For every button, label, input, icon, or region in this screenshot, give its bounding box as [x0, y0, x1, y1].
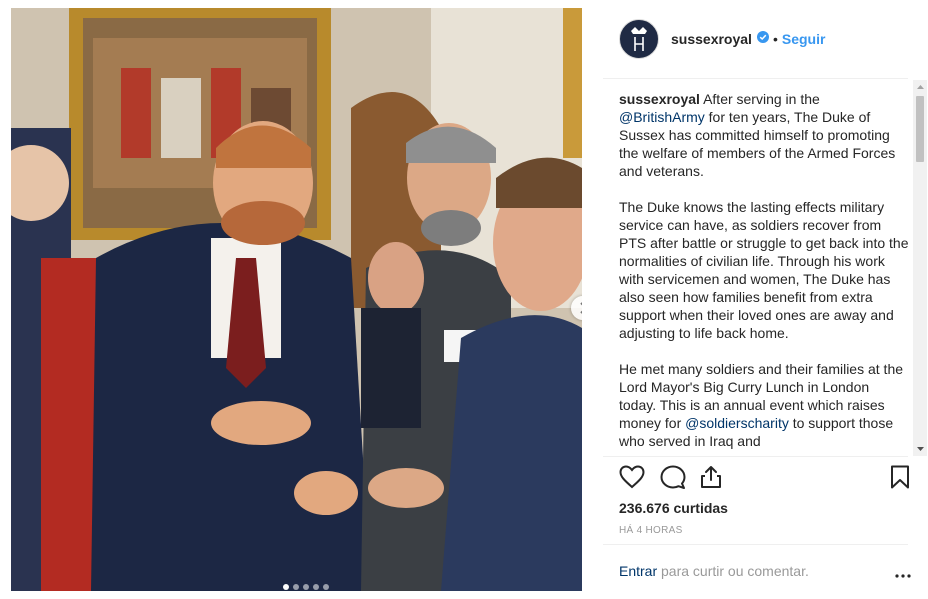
- divider: [603, 456, 908, 457]
- post-sidebar: sussexroyal • Seguir sussexroyal After s…: [583, 0, 928, 599]
- caption-text-segment: The Duke knows the lasting effects milit…: [619, 199, 909, 341]
- scroll-down-icon[interactable]: [913, 442, 927, 456]
- carousel-dot-active: [283, 584, 289, 590]
- verified-badge-icon: [756, 30, 769, 48]
- carousel-dot: [293, 584, 299, 590]
- action-bar: [619, 465, 911, 491]
- username[interactable]: sussexroyal: [671, 31, 752, 47]
- caption-scrollbar[interactable]: [913, 80, 927, 456]
- separator-dot: •: [772, 31, 778, 47]
- divider: [603, 544, 908, 545]
- comment-prompt-text: para curtir ou comentar.: [657, 563, 809, 579]
- post-header: sussexroyal • Seguir: [583, 0, 928, 78]
- caption-paragraph: He met many soldiers and their families …: [619, 360, 909, 450]
- carousel-dot: [323, 584, 329, 590]
- heart-icon[interactable]: [619, 465, 645, 494]
- chevron-right-icon: [580, 302, 582, 314]
- follow-button[interactable]: Seguir: [782, 31, 826, 47]
- caption-paragraph: The Duke knows the lasting effects milit…: [619, 198, 909, 342]
- post-photo[interactable]: [11, 8, 582, 591]
- mention-link[interactable]: @soldierscharity: [685, 415, 789, 431]
- caption-text-segment: After serving in the: [699, 91, 820, 107]
- comment-icon[interactable]: [660, 465, 686, 494]
- carousel-dot: [313, 584, 319, 590]
- caption-username[interactable]: sussexroyal: [619, 91, 700, 107]
- caption-text: sussexroyal After serving in the @Britis…: [619, 90, 909, 450]
- login-link[interactable]: Entrar: [619, 563, 657, 579]
- divider: [603, 78, 908, 79]
- scroll-thumb[interactable]: [916, 96, 924, 162]
- bookmark-icon[interactable]: [889, 465, 911, 494]
- avatar[interactable]: [619, 19, 659, 59]
- post-photo-illustration: [11, 8, 582, 591]
- comment-login-row: Entrar para curtir ou comentar.: [619, 563, 911, 581]
- post-time[interactable]: HÁ 4 HORAS: [619, 525, 683, 536]
- share-icon[interactable]: [699, 465, 723, 494]
- scroll-up-icon[interactable]: [913, 80, 927, 94]
- caption-area: sussexroyal After serving in the @Britis…: [619, 90, 909, 452]
- monogram-logo: [631, 27, 647, 51]
- carousel-dot: [303, 584, 309, 590]
- caption-paragraph: sussexroyal After serving in the @Britis…: [619, 90, 909, 180]
- carousel-indicator: [283, 584, 329, 590]
- more-options-icon[interactable]: [895, 565, 911, 581]
- likes-count[interactable]: 236.676 curtidas: [619, 500, 728, 516]
- mention-link[interactable]: @BritishArmy: [619, 109, 705, 125]
